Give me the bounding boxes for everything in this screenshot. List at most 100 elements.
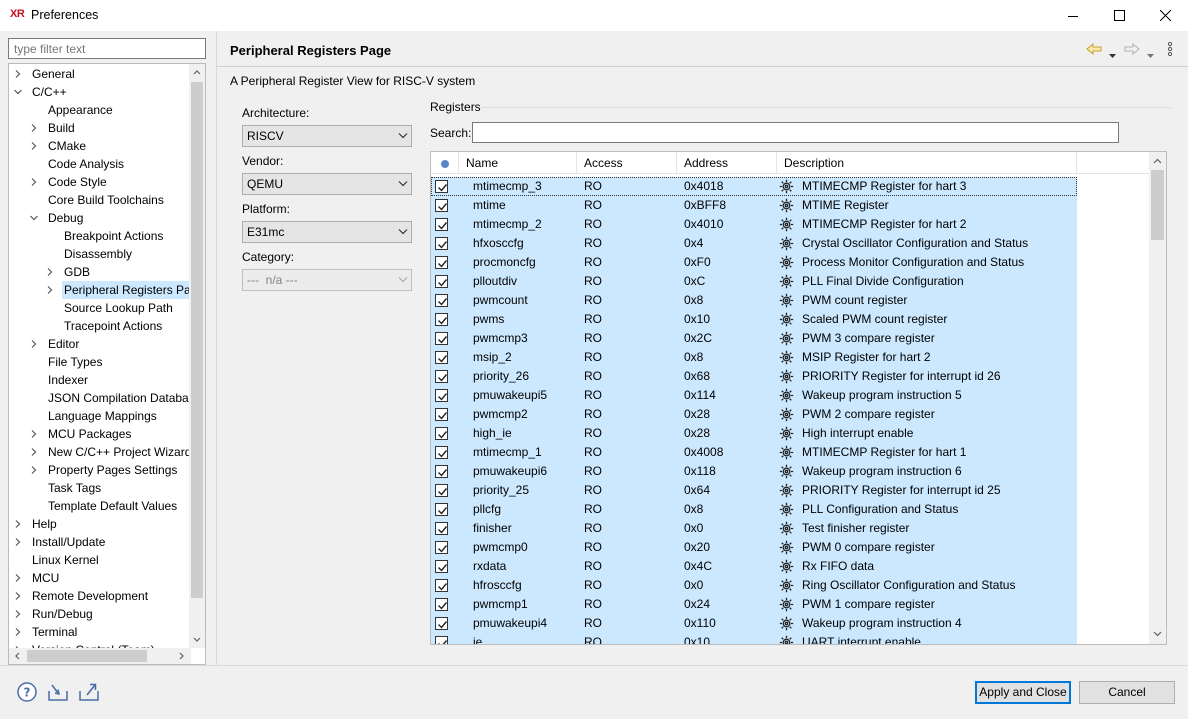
tree-item[interactable]: New C/C++ Project Wizard (9, 443, 191, 461)
tree-item[interactable]: Linux Kernel (9, 551, 191, 569)
chevron-right-icon[interactable] (30, 466, 38, 474)
chevron-right-icon[interactable] (14, 574, 22, 582)
table-row[interactable]: ie RO 0x10 UART interrupt enable (431, 633, 1077, 644)
tree-item[interactable]: Code Analysis (9, 155, 191, 173)
tree-item[interactable]: Template Default Values (9, 497, 191, 515)
tree-item[interactable]: Task Tags (9, 479, 191, 497)
architecture-combo[interactable]: RISCV (242, 125, 412, 147)
tree-item[interactable]: Install/Update (9, 533, 191, 551)
table-row[interactable]: priority_26 RO 0x68 PRIORITY Register for i… (431, 367, 1077, 386)
tree-horizontal-scrollbar[interactable] (9, 648, 191, 664)
tree-item[interactable]: GDB (9, 263, 191, 281)
row-checkbox[interactable] (435, 560, 448, 573)
row-checkbox[interactable] (435, 256, 448, 269)
tree-item[interactable]: Run/Debug (9, 605, 191, 623)
tree-item[interactable]: Indexer (9, 371, 191, 389)
row-checkbox[interactable] (435, 541, 448, 554)
row-checkbox[interactable] (435, 199, 448, 212)
chevron-right-icon[interactable] (46, 286, 54, 294)
row-checkbox[interactable] (435, 579, 448, 592)
row-checkbox[interactable] (435, 617, 448, 630)
tree-item[interactable]: File Types (9, 353, 191, 371)
tree-item[interactable]: General (9, 65, 191, 83)
forward-arrow-icon[interactable] (1124, 42, 1140, 58)
chevron-right-icon[interactable] (30, 430, 38, 438)
export-icon[interactable] (78, 681, 100, 703)
preferences-tree[interactable]: General C/C++ Appearance Build CMake Code Ana… (8, 63, 206, 665)
table-row[interactable]: pwmcmp1 RO 0x24 PWM 1 compare register (431, 595, 1077, 614)
tree-item[interactable]: Language Mappings (9, 407, 191, 425)
chevron-right-icon[interactable] (14, 592, 22, 600)
view-menu-icon[interactable] (1167, 41, 1173, 59)
table-row[interactable]: pllcfg RO 0x8 PLL Configuration and Status (431, 500, 1077, 519)
table-row[interactable]: pmuwakeupi5 RO 0x114 Wakeup program instruc… (431, 386, 1077, 405)
chevron-right-icon[interactable] (14, 628, 22, 636)
chevron-right-icon[interactable] (14, 520, 22, 528)
tree-item[interactable]: Core Build Toolchains (9, 191, 191, 209)
chevron-right-icon[interactable] (14, 538, 22, 546)
register-search-input[interactable] (472, 122, 1119, 143)
registers-table[interactable]: Name Access Address Description mtimecmp… (430, 151, 1167, 645)
table-row[interactable]: mtimecmp_3 RO 0x4018 MTIMECMP Register for … (431, 177, 1077, 196)
row-checkbox[interactable] (435, 218, 448, 231)
chevron-right-icon[interactable] (14, 70, 22, 78)
table-row[interactable]: pwms RO 0x10 Scaled PWM count register (431, 310, 1077, 329)
table-row[interactable]: hfxosccfg RO 0x4 Crystal Oscillator Configu… (431, 234, 1077, 253)
minimize-icon[interactable] (1050, 0, 1096, 31)
row-checkbox[interactable] (435, 503, 448, 516)
tree-item[interactable]: Disassembly (9, 245, 191, 263)
chevron-right-icon[interactable] (30, 142, 38, 150)
table-row[interactable]: mtime RO 0xBFF8 MTIME Register (431, 196, 1077, 215)
table-vertical-scrollbar[interactable] (1149, 152, 1166, 644)
column-header-address[interactable]: Address (677, 152, 777, 173)
row-checkbox[interactable] (435, 351, 448, 364)
platform-combo[interactable]: E31mc (242, 221, 412, 243)
row-checkbox[interactable] (435, 636, 448, 644)
table-row[interactable]: priority_25 RO 0x64 PRIORITY Register for i… (431, 481, 1077, 500)
filter-input[interactable] (8, 38, 206, 59)
forward-history-dropdown-icon[interactable] (1147, 47, 1154, 61)
table-row[interactable]: pmuwakeupi6 RO 0x118 Wakeup program instruc… (431, 462, 1077, 481)
row-checkbox[interactable] (435, 408, 448, 421)
help-icon[interactable]: ? (16, 681, 38, 703)
table-row[interactable]: rxdata RO 0x4C Rx FIFO data (431, 557, 1077, 576)
table-row[interactable]: finisher RO 0x0 Test finisher register (431, 519, 1077, 538)
select-all-column[interactable] (431, 152, 459, 173)
apply-and-close-button[interactable]: Apply and Close (975, 681, 1071, 704)
tree-item[interactable]: JSON Compilation Database (9, 389, 191, 407)
row-checkbox[interactable] (435, 389, 448, 402)
tree-item[interactable]: Version Control (Team) (9, 641, 191, 648)
tree-item[interactable]: C/C++ (9, 83, 191, 101)
tree-item[interactable]: Build (9, 119, 191, 137)
tree-vertical-scrollbar[interactable] (189, 64, 205, 648)
tree-item[interactable]: Breakpoint Actions (9, 227, 191, 245)
table-row[interactable]: pmuwakeupi4 RO 0x110 Wakeup program instruc… (431, 614, 1077, 633)
table-row[interactable]: high_ie RO 0x28 High interrupt enable (431, 424, 1077, 443)
tree-item[interactable]: Tracepoint Actions (9, 317, 191, 335)
tree-item[interactable]: Peripheral Registers Page (9, 281, 191, 299)
row-checkbox[interactable] (435, 294, 448, 307)
tree-item[interactable]: Terminal (9, 623, 191, 641)
table-row[interactable]: pwmcmp0 RO 0x20 PWM 0 compare register (431, 538, 1077, 557)
back-arrow-icon[interactable] (1086, 42, 1102, 58)
row-checkbox[interactable] (435, 465, 448, 478)
table-row[interactable]: msip_2 RO 0x8 MSIP Register for hart 2 (431, 348, 1077, 367)
row-checkbox[interactable] (435, 180, 448, 193)
sash[interactable] (216, 31, 217, 665)
row-checkbox[interactable] (435, 237, 448, 250)
chevron-right-icon[interactable] (14, 610, 22, 618)
table-row[interactable]: mtimecmp_1 RO 0x4008 MTIMECMP Register for … (431, 443, 1077, 462)
row-checkbox[interactable] (435, 427, 448, 440)
chevron-right-icon[interactable] (30, 340, 38, 348)
column-header-description[interactable]: Description (777, 152, 1077, 173)
cancel-button[interactable]: Cancel (1079, 681, 1175, 704)
tree-item[interactable]: Debug (9, 209, 191, 227)
chevron-right-icon[interactable] (30, 124, 38, 132)
chevron-down-icon[interactable] (14, 88, 22, 96)
tree-item[interactable]: Source Lookup Path (9, 299, 191, 317)
row-checkbox[interactable] (435, 313, 448, 326)
tree-item[interactable]: MCU (9, 569, 191, 587)
tree-item[interactable]: MCU Packages (9, 425, 191, 443)
tree-item[interactable]: Property Pages Settings (9, 461, 191, 479)
chevron-down-icon[interactable] (30, 214, 38, 222)
